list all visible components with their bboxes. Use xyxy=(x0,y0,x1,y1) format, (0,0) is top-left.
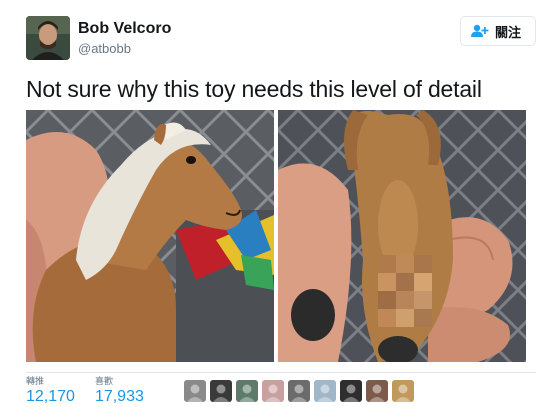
engagement-stats: 轉推 12,170 喜歡 17,933 xyxy=(26,374,144,407)
media-grid xyxy=(26,110,526,362)
tweet-text: Not sure why this toy needs this level o… xyxy=(26,76,482,102)
liker-avatars xyxy=(184,380,414,402)
liker-avatar[interactable] xyxy=(236,380,258,402)
liker-avatar[interactable] xyxy=(184,380,206,402)
like-count: 17,933 xyxy=(94,388,144,405)
liker-avatar[interactable] xyxy=(340,380,362,402)
toy-horse-underside-photo[interactable] xyxy=(278,110,526,362)
liker-avatar[interactable] xyxy=(366,380,388,402)
retweet-count: 12,170 xyxy=(26,388,75,405)
retweet-label: 轉推 xyxy=(26,376,45,386)
liker-avatar[interactable] xyxy=(392,380,414,402)
add-user-icon xyxy=(470,24,489,38)
retweet-stat[interactable]: 轉推 12,170 xyxy=(26,374,75,407)
liker-avatar[interactable] xyxy=(288,380,310,402)
avatar[interactable] xyxy=(26,16,70,60)
stats-divider xyxy=(26,372,536,373)
like-stat[interactable]: 喜歡 17,933 xyxy=(95,374,144,407)
display-name[interactable]: Bob Velcoro xyxy=(78,20,171,38)
like-label: 喜歡 xyxy=(94,376,113,386)
follow-button[interactable]: 關注 xyxy=(459,16,536,46)
tweet-header: Bob Velcoro @atbobb 關注 xyxy=(26,16,536,62)
user-names: Bob Velcoro @atbobb xyxy=(78,20,171,56)
liker-avatar[interactable] xyxy=(210,380,232,402)
liker-avatar[interactable] xyxy=(262,380,284,402)
liker-avatar[interactable] xyxy=(314,380,336,402)
user-handle[interactable]: @atbobb xyxy=(78,41,171,56)
follow-button-label: 關注 xyxy=(494,24,521,40)
toy-horse-head-photo[interactable] xyxy=(26,110,274,362)
